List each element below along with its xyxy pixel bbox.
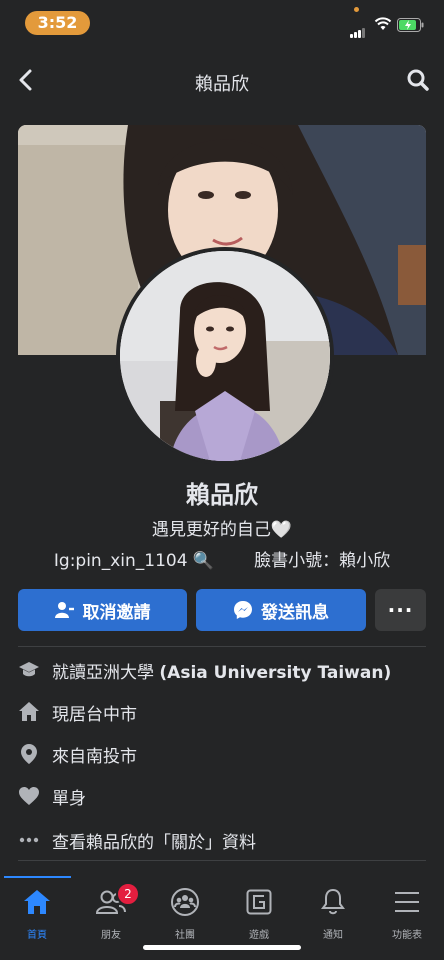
divider	[18, 860, 426, 861]
tab-gaming[interactable]: 遊戲	[222, 886, 296, 946]
gaming-tab-icon	[222, 886, 296, 918]
page-title: 賴品欣	[195, 74, 249, 95]
tab-label: 通知	[323, 930, 343, 941]
bio-secondary: Ig:pin_xin_1104 🔍 臉書小號：賴小欣	[0, 546, 444, 571]
tab-home[interactable]: 首頁	[0, 886, 74, 946]
tab-menu[interactable]: 功能表	[370, 886, 444, 946]
tab-notifications[interactable]: 通知	[296, 886, 370, 946]
home-icon	[18, 701, 40, 723]
cellular-signal-icon	[350, 19, 366, 38]
divider	[18, 646, 426, 647]
lives-in-text: 現居台中市	[52, 704, 137, 725]
tab-friends[interactable]: 2 朋友	[74, 882, 148, 946]
hamburger-menu-icon	[370, 886, 444, 918]
tab-label: 遊戲	[249, 930, 269, 941]
heart-icon	[18, 785, 40, 807]
profile-avatar[interactable]	[116, 247, 334, 465]
bio-text: 遇見更好的自己🤍	[151, 520, 293, 540]
info-from: 來自南投市	[18, 738, 426, 770]
info-lives-in: 現居台中市	[18, 696, 426, 728]
education-school[interactable]: (Asia University Taiwan)	[159, 663, 391, 683]
privacy-indicator-dot	[354, 7, 359, 12]
relationship-text: 單身	[52, 788, 86, 809]
tab-label: 首頁	[27, 930, 47, 941]
groups-tab-icon	[148, 886, 222, 918]
messenger-icon	[234, 601, 252, 619]
nav-bar: 賴品欣	[0, 58, 444, 102]
bio-alt-account: 臉書小號：賴小欣	[254, 551, 391, 571]
tab-label: 朋友	[101, 930, 121, 941]
send-message-label: 發送訊息	[261, 602, 329, 623]
more-dots-icon	[18, 829, 40, 851]
cancel-request-label: 取消邀請	[82, 602, 151, 623]
status-bar: 3:52	[0, 0, 444, 46]
graduation-cap-icon	[18, 659, 40, 681]
from-text: 來自南投市	[52, 746, 137, 767]
see-about-text: 查看賴品欣的「關於」資料	[52, 832, 256, 853]
see-about-link[interactable]: 查看賴品欣的「關於」資料	[18, 824, 426, 856]
wifi-icon	[374, 17, 392, 30]
location-pin-icon	[18, 743, 40, 765]
battery-charging-icon	[397, 18, 424, 32]
home-indicator	[143, 945, 301, 950]
tab-label: 功能表	[392, 930, 422, 941]
send-message-button[interactable]: 發送訊息	[196, 589, 366, 631]
cancel-request-icon	[54, 602, 74, 618]
tab-label: 社團	[175, 930, 195, 941]
profile-name: 賴品欣	[186, 481, 258, 509]
status-time: 3:52	[25, 11, 90, 35]
education-text: 就讀亞洲大學	[52, 662, 160, 683]
active-tab-indicator	[4, 876, 71, 878]
info-education: 就讀亞洲大學 (Asia University Taiwan)	[18, 654, 426, 686]
tab-groups[interactable]: 社團	[148, 886, 222, 946]
cancel-friend-request-button[interactable]: 取消邀請	[18, 589, 187, 631]
info-relationship: 單身	[18, 780, 426, 812]
more-options-button[interactable]: ···	[375, 589, 426, 631]
search-icon[interactable]	[406, 68, 430, 92]
home-tab-icon	[0, 886, 74, 918]
bio-instagram-handle: Ig:pin_xin_1104 🔍	[53, 551, 215, 571]
bell-icon	[296, 886, 370, 918]
friends-badge: 2	[116, 882, 140, 906]
